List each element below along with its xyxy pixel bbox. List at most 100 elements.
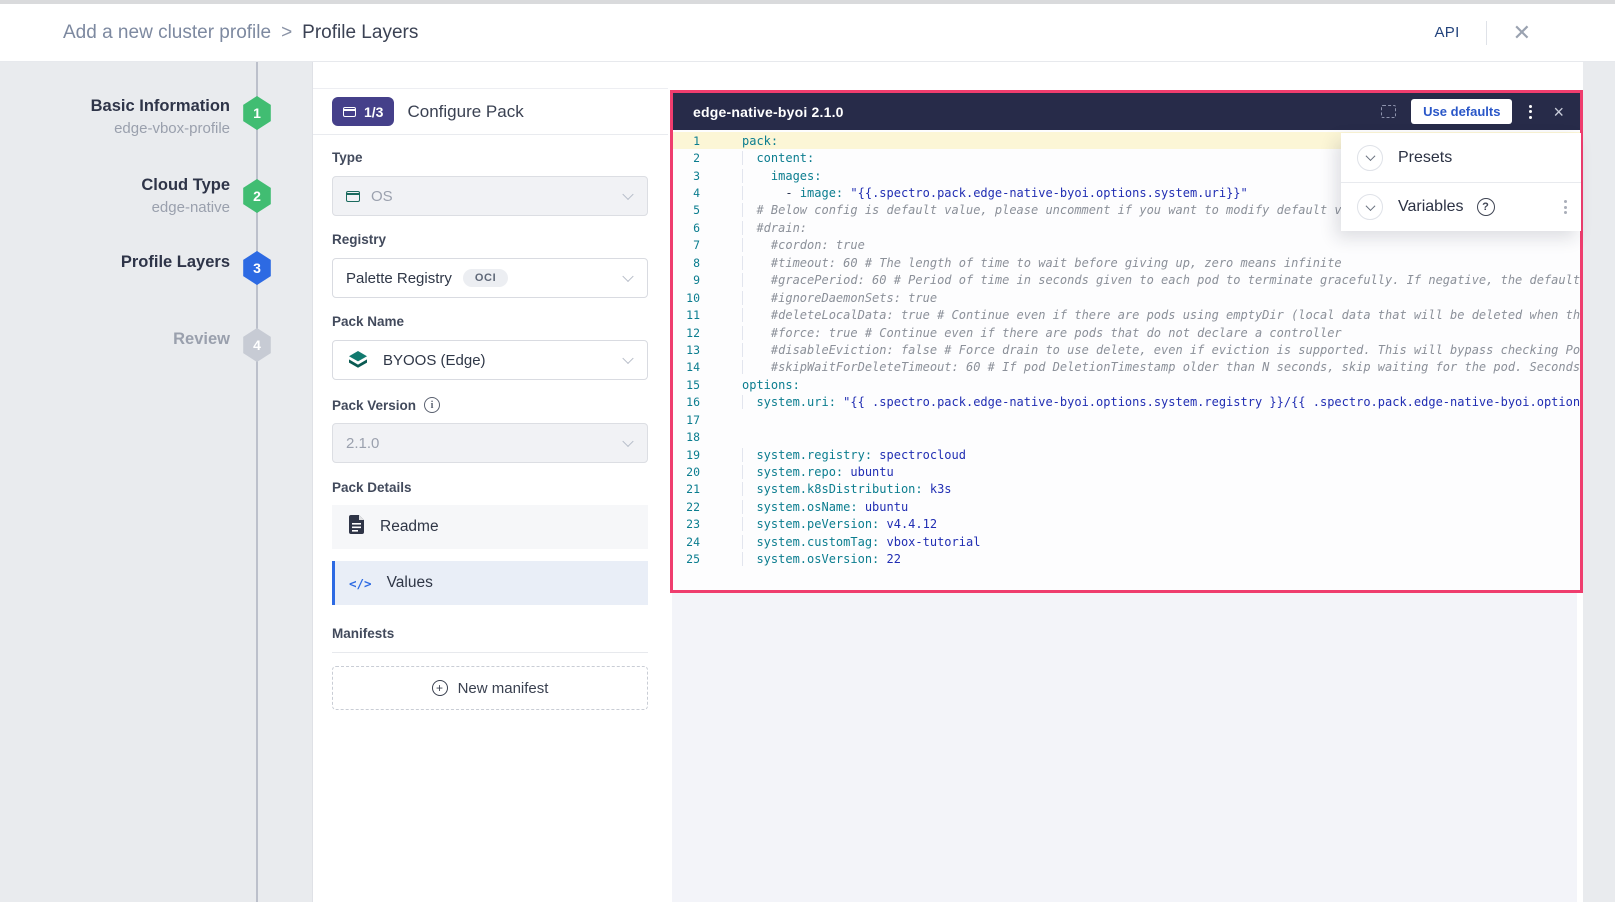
readme-tab[interactable]: Readme xyxy=(332,505,648,549)
code-line[interactable]: 19 system.registry: spectrocloud xyxy=(673,446,1580,463)
code-text: #timeout: 60 # The length of time to wai… xyxy=(713,256,1580,270)
code-line[interactable]: 8 #timeout: 60 # The length of time to w… xyxy=(673,254,1580,271)
diff-view-icon[interactable] xyxy=(1381,105,1396,118)
line-number: 25 xyxy=(673,552,713,566)
breadcrumb-link-add-cluster-profile[interactable]: Add a new cluster profile xyxy=(63,22,271,44)
code-text: system.peVersion: v4.4.12 xyxy=(713,517,1580,531)
values-tab-label: Values xyxy=(387,574,433,592)
code-line[interactable]: 17 xyxy=(673,411,1580,428)
values-tab[interactable]: </> Values xyxy=(332,561,648,605)
variables-row[interactable]: Variables ? xyxy=(1341,182,1581,231)
code-line[interactable]: 20 system.repo: ubuntu xyxy=(673,463,1580,480)
code-text: system.repo: ubuntu xyxy=(713,465,1580,479)
line-number: 8 xyxy=(673,256,713,270)
line-number: 4 xyxy=(673,186,713,200)
code-text: #skipWaitForDeleteTimeout: 60 # If pod D… xyxy=(713,360,1580,374)
step-cloud-type[interactable]: Cloud Type edge-native xyxy=(25,173,230,219)
step-review[interactable]: Review xyxy=(25,327,230,351)
app-header: Add a new cluster profile > Profile Laye… xyxy=(0,4,1615,62)
code-line[interactable]: 13 #disableEviction: false # Force drain… xyxy=(673,341,1580,358)
code-text: #ignoreDaemonSets: true xyxy=(713,291,1580,305)
new-manifest-label: New manifest xyxy=(458,680,549,697)
line-number: 15 xyxy=(673,378,713,392)
chevron-down-icon xyxy=(622,271,633,282)
code-line[interactable]: 24 system.customTag: vbox-tutorial xyxy=(673,533,1580,550)
chevron-down-icon[interactable] xyxy=(1357,145,1383,171)
chevron-down-icon[interactable] xyxy=(1357,194,1383,220)
line-number: 17 xyxy=(673,413,713,427)
code-line[interactable]: 23 system.peVersion: v4.4.12 xyxy=(673,516,1580,533)
code-line[interactable]: 11 #deleteLocalData: true # Continue eve… xyxy=(673,306,1580,323)
code-line[interactable]: 15options: xyxy=(673,376,1580,393)
pack-version-label-text: Pack Version xyxy=(332,398,416,413)
breadcrumb-current-profile-layers: Profile Layers xyxy=(302,22,418,44)
code-line[interactable]: 14 #skipWaitForDeleteTimeout: 60 # If po… xyxy=(673,359,1580,376)
layers-icon xyxy=(346,348,370,372)
manifests-divider xyxy=(332,652,648,653)
use-defaults-button[interactable]: Use defaults xyxy=(1411,99,1512,124)
code-line[interactable]: 16 system.uri: "{{ .spectro.pack.edge-na… xyxy=(673,394,1580,411)
step-profile-layers[interactable]: Profile Layers xyxy=(25,250,230,274)
info-icon[interactable]: i xyxy=(424,397,440,413)
configure-pack-panel: 1/3 Configure Pack Type OS Registry Pale… xyxy=(313,62,668,902)
line-number: 1 xyxy=(673,134,713,148)
editor-side-dropdown: Presets Variables ? xyxy=(1341,133,1581,231)
pack-version-select[interactable]: 2.1.0 xyxy=(332,423,648,463)
line-number: 12 xyxy=(673,326,713,340)
type-label: Type xyxy=(332,150,363,165)
code-line[interactable]: 9 #gracePeriod: 60 # Period of time in s… xyxy=(673,272,1580,289)
chevron-down-icon xyxy=(622,353,633,364)
line-number: 7 xyxy=(673,238,713,252)
code-line[interactable]: 22 system.osName: ubuntu xyxy=(673,498,1580,515)
manifests-label: Manifests xyxy=(332,626,394,641)
kebab-menu-icon[interactable] xyxy=(1562,198,1569,216)
close-icon[interactable]: × xyxy=(1549,103,1568,121)
step-label: Basic Information xyxy=(25,94,230,118)
step-basic-information[interactable]: Basic Information edge-vbox-profile xyxy=(25,94,230,140)
variables-label: Variables xyxy=(1398,198,1464,216)
code-line[interactable]: 7 #cordon: true xyxy=(673,237,1580,254)
close-icon[interactable]: ✕ xyxy=(1513,22,1531,44)
line-number: 13 xyxy=(673,343,713,357)
configure-pack-header: 1/3 Configure Pack xyxy=(313,89,668,135)
line-number: 23 xyxy=(673,517,713,531)
pack-version-value: 2.1.0 xyxy=(346,435,379,452)
line-number: 21 xyxy=(673,482,713,496)
code-text: system.osName: ubuntu xyxy=(713,500,1580,514)
code-line[interactable]: 12 #force: true # Continue even if there… xyxy=(673,324,1580,341)
code-text: system.k8sDistribution: k3s xyxy=(713,482,1580,496)
line-number: 6 xyxy=(673,221,713,235)
presets-row[interactable]: Presets xyxy=(1341,133,1581,182)
code-text: #disableEviction: false # Force drain to… xyxy=(713,343,1580,357)
pack-details-label: Pack Details xyxy=(332,480,412,495)
api-button[interactable]: API xyxy=(1434,24,1459,41)
editor-title: edge-native-byoi 2.1.0 xyxy=(693,104,844,120)
type-select[interactable]: OS xyxy=(332,176,648,216)
code-line[interactable]: 18 xyxy=(673,428,1580,445)
plus-icon: + xyxy=(432,680,448,696)
registry-select[interactable]: Palette Registry OCI xyxy=(332,258,648,298)
step-label: Review xyxy=(25,327,230,351)
chevron-down-icon xyxy=(622,189,633,200)
line-number: 14 xyxy=(673,360,713,374)
new-manifest-button[interactable]: + New manifest xyxy=(332,666,648,710)
pack-name-value: BYOOS (Edge) xyxy=(383,352,486,369)
code-line[interactable]: 21 system.k8sDistribution: k3s xyxy=(673,481,1580,498)
kebab-menu-icon[interactable] xyxy=(1527,103,1534,121)
help-icon[interactable]: ? xyxy=(1477,198,1495,216)
line-number: 5 xyxy=(673,203,713,217)
code-icon: </> xyxy=(349,576,372,591)
code-line[interactable]: 25 system.osVersion: 22 xyxy=(673,551,1580,568)
pack-name-select[interactable]: BYOOS (Edge) xyxy=(332,340,648,380)
editor-header: edge-native-byoi 2.1.0 Use defaults × xyxy=(673,93,1580,130)
line-number: 11 xyxy=(673,308,713,322)
line-number: 24 xyxy=(673,535,713,549)
code-line[interactable]: 10 #ignoreDaemonSets: true xyxy=(673,289,1580,306)
line-number: 18 xyxy=(673,430,713,444)
page-title: Configure Pack xyxy=(407,102,523,122)
breadcrumb: Add a new cluster profile > Profile Laye… xyxy=(63,22,418,44)
step-label: Profile Layers xyxy=(25,250,230,274)
oci-badge: OCI xyxy=(463,269,508,287)
code-text: options: xyxy=(713,378,1580,392)
os-type-icon xyxy=(346,191,360,202)
